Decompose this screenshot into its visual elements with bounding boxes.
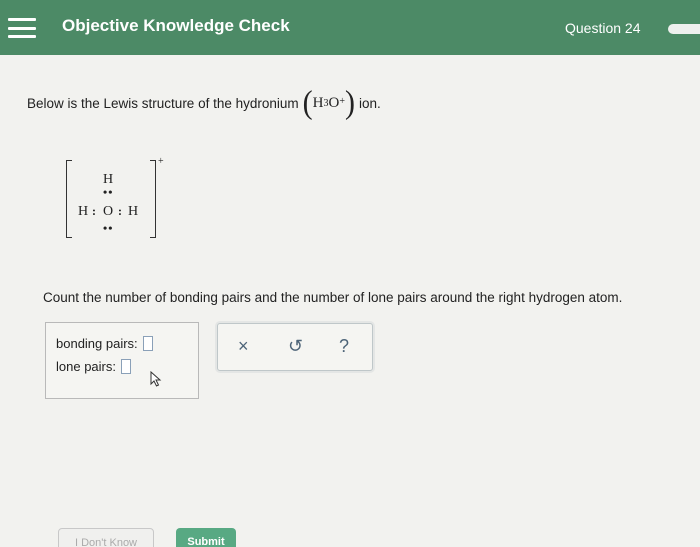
bonding-label: bonding pairs: <box>56 336 138 351</box>
lone-row: lone pairs: <box>56 359 131 374</box>
answer-box: bonding pairs: lone pairs: <box>45 322 199 399</box>
lone-label: lone pairs: <box>56 359 116 374</box>
pair-bottom: •• <box>103 221 114 235</box>
question-number: Question 24 <box>565 20 641 36</box>
tool-panel: × ↺ ? <box>217 323 373 371</box>
menu-icon[interactable] <box>8 18 36 38</box>
page-title: Objective Knowledge Check <box>62 16 290 35</box>
submit-button[interactable]: Submit <box>176 528 236 547</box>
pair-left: : <box>92 204 97 218</box>
instruction-text: Count the number of bonding pairs and th… <box>43 290 623 305</box>
pair-top: •• <box>103 185 114 199</box>
lewis-charge: + <box>158 156 164 167</box>
clear-icon[interactable]: × <box>238 336 249 357</box>
ion-word: ion. <box>358 95 381 111</box>
prompt-text: Below is the Lewis structure of the hydr… <box>27 95 299 111</box>
question-prompt: Below is the Lewis structure of the hydr… <box>27 84 381 121</box>
lone-pairs-input[interactable] <box>120 359 131 374</box>
bonding-pairs-input[interactable] <box>142 336 153 351</box>
progress-indicator <box>668 24 700 34</box>
dont-know-button[interactable]: I Don't Know <box>58 528 154 547</box>
formula-h: H <box>312 94 324 111</box>
hydronium-formula: ( H 3 O + ) <box>302 84 355 121</box>
cursor-icon <box>150 371 162 387</box>
top-bar: Objective Knowledge Check Question 24 <box>0 0 700 55</box>
atom-center-o: O <box>103 204 114 219</box>
atom-left-h: H <box>78 204 89 219</box>
lewis-structure: + H •• H : O : H •• <box>66 156 164 240</box>
right-bracket <box>150 160 156 238</box>
bonding-row: bonding pairs: <box>56 336 153 351</box>
undo-icon[interactable]: ↺ <box>288 336 303 357</box>
help-icon[interactable]: ? <box>339 336 349 357</box>
left-bracket <box>66 160 72 238</box>
pair-right: : <box>118 204 123 218</box>
atom-right-h: H <box>128 204 139 219</box>
formula-o: O <box>328 94 340 111</box>
